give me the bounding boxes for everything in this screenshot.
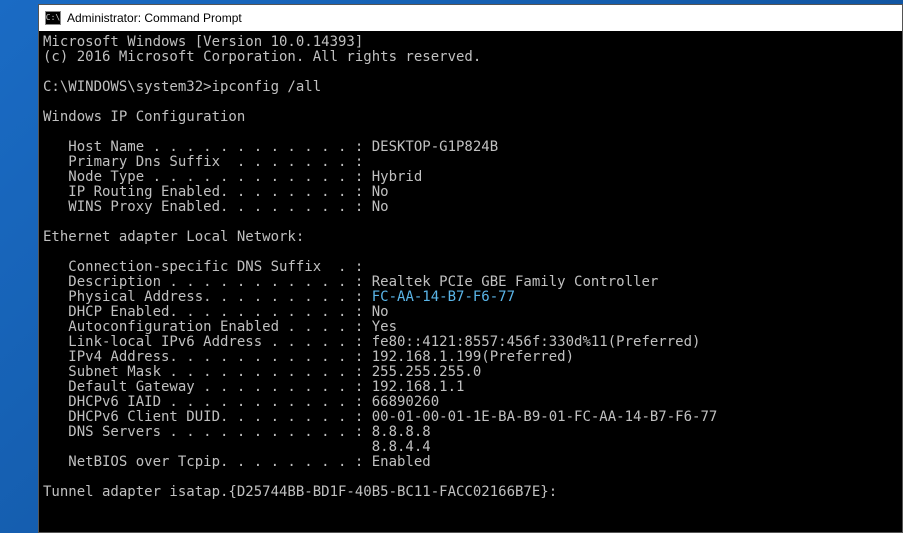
ipconfig-title: Windows IP Configuration: [43, 109, 245, 125]
command-text: ipconfig /all: [212, 79, 322, 95]
subnet-line: Subnet Mask . . . . . . . . . . . : 255.…: [43, 364, 481, 380]
title-bar[interactable]: C:\ Administrator: Command Prompt: [39, 5, 902, 31]
ethernet-title: Ethernet adapter Local Network:: [43, 229, 304, 245]
autoconfig-line: Autoconfiguration Enabled . . . . : Yes: [43, 319, 397, 335]
primary-dns-line: Primary Dns Suffix . . . . . . . :: [43, 154, 363, 170]
wins-proxy-line: WINS Proxy Enabled. . . . . . . . : No: [43, 199, 389, 215]
link-local-ipv6-line: Link-local IPv6 Address . . . . . : fe80…: [43, 334, 700, 350]
netbios-line: NetBIOS over Tcpip. . . . . . . . : Enab…: [43, 454, 431, 470]
cmd-icon: C:\: [45, 11, 61, 25]
prompt-path: C:\WINDOWS\system32>: [43, 79, 212, 95]
ipv4-line: IPv4 Address. . . . . . . . . . . : 192.…: [43, 349, 574, 365]
host-name-line: Host Name . . . . . . . . . . . . : DESK…: [43, 139, 498, 155]
window-title: Administrator: Command Prompt: [67, 11, 242, 25]
dns2-line: 8.8.4.4: [43, 439, 431, 455]
dhcpv6-iaid-line: DHCPv6 IAID . . . . . . . . . . . : 6689…: [43, 394, 439, 410]
ip-routing-line: IP Routing Enabled. . . . . . . . : No: [43, 184, 389, 200]
version-line: Microsoft Windows [Version 10.0.14393]: [43, 34, 363, 50]
gateway-line: Default Gateway . . . . . . . . . : 192.…: [43, 379, 464, 395]
conn-suffix-line: Connection-specific DNS Suffix . :: [43, 259, 363, 275]
dns1-line: DNS Servers . . . . . . . . . . . : 8.8.…: [43, 424, 431, 440]
node-type-line: Node Type . . . . . . . . . . . . : Hybr…: [43, 169, 422, 185]
phys-addr-label: Physical Address. . . . . . . . . :: [43, 289, 372, 305]
cmd-window: C:\ Administrator: Command Prompt Micros…: [38, 4, 903, 533]
dhcpv6-duid-line: DHCPv6 Client DUID. . . . . . . . : 00-0…: [43, 409, 717, 425]
description-line: Description . . . . . . . . . . . : Real…: [43, 274, 658, 290]
terminal-output[interactable]: Microsoft Windows [Version 10.0.14393] (…: [39, 31, 902, 532]
phys-addr-value: FC-AA-14-B7-F6-77: [372, 289, 515, 305]
tunnel-title: Tunnel adapter isatap.{D25744BB-BD1F-40B…: [43, 484, 557, 500]
copyright-line: (c) 2016 Microsoft Corporation. All righ…: [43, 49, 481, 65]
dhcp-enabled-line: DHCP Enabled. . . . . . . . . . . : No: [43, 304, 389, 320]
